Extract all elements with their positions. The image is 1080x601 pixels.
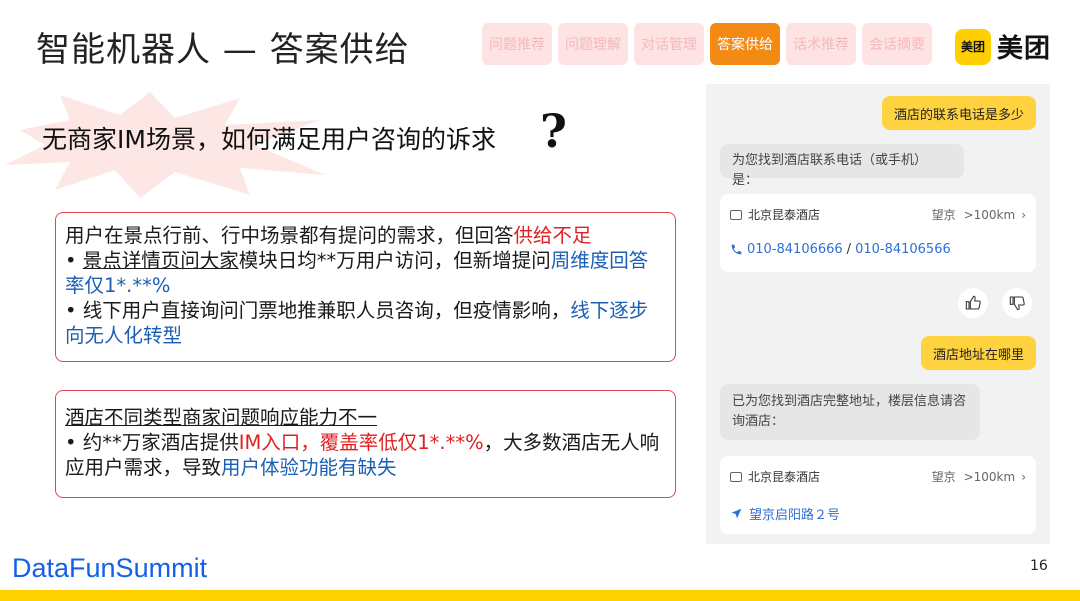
hotel-card-phone[interactable]: 北京昆泰酒店 望京 >100km › 010-84106666 / 010-84…: [720, 194, 1036, 272]
box1-bullet2: • 线下用户直接询问门票地推兼职人员咨询，但疫情影响，线下逐步向无人化转型: [65, 299, 649, 347]
hotel-name: 北京昆泰酒店: [748, 208, 821, 222]
bot-answer-phone: 为您找到酒店联系电话（或手机）是：: [720, 144, 964, 188]
box1-bullet1: • 景点详情页问大家模块日均**万用户访问，但新增提问周维度回答率仅1*.**%: [65, 249, 649, 297]
user-question-phone: 酒店的联系电话是多少: [881, 96, 1036, 130]
tab-answer-supply[interactable]: 答案供给: [710, 23, 780, 65]
bottom-yellow-bar: [0, 590, 1080, 601]
bot-answer-address-line2: 询酒店：: [732, 414, 785, 429]
meituan-logo-badge: 美团: [955, 28, 991, 65]
tab-script-recommend[interactable]: 话术推荐: [786, 23, 856, 65]
user-question-address: 酒店地址在哪里: [920, 336, 1036, 370]
hotel-address-line: 望京启阳路２号: [730, 504, 840, 523]
subtitle: 无商家IM场景，如何满足用户咨询的诉求: [42, 125, 496, 154]
phone-number-1[interactable]: 010-84106666: [747, 242, 843, 257]
bot-answer-address: 已为您找到酒店完整地址，楼层信息请咨 询酒店：: [720, 384, 980, 440]
tab-conversation-summary[interactable]: 会话摘要: [862, 23, 932, 65]
hotel-distance: >100km: [963, 207, 1016, 222]
thumbs-up-button[interactable]: [958, 288, 988, 318]
box1-line1: 用户在景点行前、行中场景都有提问的需求，但回答供给不足: [65, 224, 592, 247]
hotel-area: 望京: [931, 470, 956, 484]
problem-box-hotel: 酒店不同类型商家问题响应能力不一 • 约**万家酒店提供IM入口，覆盖率低仅1*…: [55, 390, 676, 498]
hotel-card-address[interactable]: 北京昆泰酒店 望京 >100km › 望京启阳路２号: [720, 456, 1036, 534]
hotel-address[interactable]: 望京启阳路２号: [749, 504, 840, 523]
page-number: 16: [1030, 558, 1048, 574]
chevron-right-icon: ›: [1021, 207, 1026, 222]
phone-number-2[interactable]: 010-84106566: [855, 242, 951, 257]
hotel-name: 北京昆泰酒店: [748, 470, 821, 484]
page-title: 智能机器人 — 答案供给: [36, 30, 410, 70]
hotel-icon: [730, 471, 742, 482]
question-mark: ?: [540, 104, 567, 158]
box2-bullet: • 约**万家酒店提供IM入口，覆盖率低仅1*.**%，大多数酒店无人响应用户需…: [65, 431, 660, 479]
hotel-distance: >100km: [963, 469, 1016, 484]
tab-question-understanding[interactable]: 问题理解: [558, 23, 628, 65]
phone-icon: [731, 244, 742, 255]
problem-box-scenic: 用户在景点行前、行中场景都有提问的需求，但回答供给不足 • 景点详情页问大家模块…: [55, 212, 676, 362]
stage-tabs: 问题推荐 问题理解 对话管理 答案供给 话术推荐 会话摘要: [482, 23, 932, 65]
tab-question-recommend[interactable]: 问题推荐: [482, 23, 552, 65]
meituan-logo: 美团 美团: [955, 28, 1051, 65]
navigation-arrow-icon: [731, 508, 742, 519]
thumbs-down-icon: [1009, 296, 1025, 311]
meituan-logo-text: 美团: [997, 34, 1052, 64]
hotel-area: 望京: [931, 208, 956, 222]
thumbs-down-button[interactable]: [1002, 288, 1032, 318]
thumbs-up-icon: [965, 295, 981, 310]
bot-answer-address-line1: 已为您找到酒店完整地址，楼层信息请咨: [732, 394, 967, 409]
tab-dialog-management[interactable]: 对话管理: [634, 23, 704, 65]
hotel-icon: [730, 209, 742, 220]
hotel-card-header: 北京昆泰酒店 望京 >100km ›: [730, 468, 1026, 485]
phone-separator: /: [846, 242, 852, 257]
hotel-phone-line: 010-84106666 / 010-84106566: [730, 242, 951, 257]
box2-heading: 酒店不同类型商家问题响应能力不一: [65, 406, 378, 429]
chevron-right-icon: ›: [1021, 469, 1026, 484]
hotel-card-header: 北京昆泰酒店 望京 >100km ›: [730, 206, 1026, 223]
datafunsummit-brand: DataFunSummit: [12, 553, 208, 583]
chat-screenshot: 酒店的联系电话是多少 为您找到酒店联系电话（或手机）是： 北京昆泰酒店 望京 >…: [706, 84, 1050, 544]
